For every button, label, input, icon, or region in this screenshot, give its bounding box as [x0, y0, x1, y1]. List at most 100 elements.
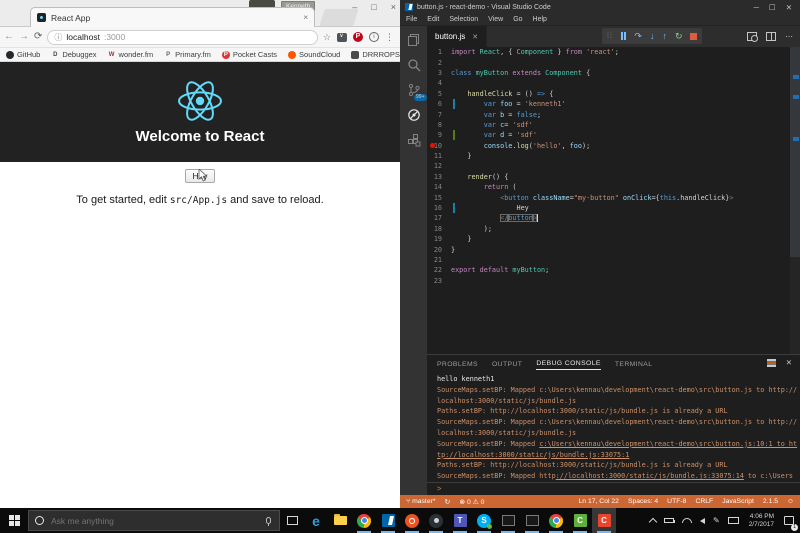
bookmark-drrrops[interactable]: DRRROPS	[351, 50, 400, 59]
open-preview-icon[interactable]	[747, 32, 757, 41]
status-utf-8[interactable]: UTF-8	[667, 498, 686, 505]
code-line-10[interactable]: 10 console.log('hello', foo);	[427, 141, 800, 151]
code-line-3[interactable]: 3class myButton extends Component {	[427, 68, 800, 78]
more-actions-icon[interactable]: ⋯	[785, 32, 794, 41]
menu-help[interactable]: Help	[533, 16, 547, 23]
explorer-icon[interactable]	[407, 33, 421, 47]
action-center-button[interactable]: 1	[778, 508, 800, 533]
taskbar-app-chrome-2[interactable]	[544, 508, 568, 533]
taskbar-app-file-explorer[interactable]	[328, 508, 352, 533]
sync-icon[interactable]: ↻	[445, 498, 451, 506]
forward-icon[interactable]: →	[19, 32, 29, 42]
step-into-button[interactable]: ↓	[650, 32, 655, 41]
bookmark-star-icon[interactable]: ☆	[323, 32, 331, 43]
code-line-13[interactable]: 13 render() {	[427, 172, 800, 182]
menu-go[interactable]: Go	[513, 16, 522, 23]
debug-console-input[interactable]: >	[427, 482, 800, 495]
code-line-14[interactable]: 14 return (	[427, 182, 800, 192]
status-javascript[interactable]: JavaScript	[722, 498, 754, 505]
tab-close-icon[interactable]: ×	[303, 13, 308, 22]
bookmark-wonder-fm[interactable]: Wwonder.fm	[108, 50, 154, 59]
microphone-icon[interactable]	[266, 517, 271, 524]
browser-tab-react-app[interactable]: React App ×	[30, 7, 315, 27]
maximize-button[interactable]: ☐	[769, 3, 776, 12]
bookmark-soundcloud[interactable]: SoundCloud	[288, 50, 340, 59]
bookmark-github[interactable]: GitHub	[6, 50, 40, 59]
menu-file[interactable]: File	[406, 16, 417, 23]
code-line-15[interactable]: 15 <button className="my-button" onClick…	[427, 192, 800, 202]
search-icon[interactable]	[407, 58, 421, 72]
menu-selection[interactable]: Selection	[449, 16, 478, 23]
code-line-1[interactable]: 1import React, { Component } from 'react…	[427, 47, 800, 57]
status-2-1-5[interactable]: 2.1.5	[763, 498, 778, 505]
code-line-12[interactable]: 12	[427, 161, 800, 171]
bookmark-debuggex[interactable]: DDebuggex	[51, 50, 96, 59]
minimize-button[interactable]: ─	[754, 3, 759, 12]
close-button[interactable]: ×	[391, 2, 396, 12]
code-line-16[interactable]: 16 Hey	[427, 203, 800, 213]
code-line-5[interactable]: 5 handleClick = () => {	[427, 89, 800, 99]
bookmark-pocket-casts[interactable]: PPocket Casts	[222, 50, 277, 59]
taskbar-app-ubuntu[interactable]	[400, 508, 424, 533]
page-info-icon[interactable]: ⓘ	[54, 32, 62, 43]
back-icon[interactable]: ←	[4, 32, 14, 42]
status-crlf[interactable]: CRLF	[695, 498, 713, 505]
maximize-button[interactable]: □	[371, 2, 376, 12]
taskbar-app-camtasia-recorder[interactable]: C	[592, 508, 616, 533]
step-out-button[interactable]: ↑	[662, 32, 667, 41]
volume-icon[interactable]	[700, 518, 705, 524]
code-line-17[interactable]: 17 </button>	[427, 213, 800, 223]
code-line-4[interactable]: 4	[427, 78, 800, 88]
code-line-11[interactable]: 11 }	[427, 151, 800, 161]
panel-tab-output[interactable]: OUTPUT	[492, 358, 522, 370]
pen-icon[interactable]: ✎	[713, 516, 720, 525]
status-ln-17-col-22[interactable]: Ln 17, Col 22	[579, 498, 619, 505]
source-control-icon[interactable]: 99+	[407, 83, 421, 97]
code-line-23[interactable]: 23	[427, 276, 800, 286]
split-editor-icon[interactable]	[766, 32, 776, 41]
pinterest-icon[interactable]: P	[353, 32, 363, 42]
reload-icon[interactable]: ⟳	[34, 32, 42, 42]
stop-button[interactable]	[690, 33, 697, 40]
debug-icon[interactable]	[407, 108, 421, 122]
vscode-titlebar[interactable]: button.js - react-demo - Visual Studio C…	[400, 0, 800, 14]
step-over-button[interactable]: ↷	[634, 32, 642, 41]
extension-info-icon[interactable]: i	[369, 32, 379, 42]
taskbar-app-edge[interactable]: e	[304, 508, 328, 533]
code-line-9[interactable]: 9 var d = 'sdf'	[427, 130, 800, 140]
code-line-7[interactable]: 7 var b = false;	[427, 109, 800, 119]
tab-close-icon[interactable]: ✕	[472, 33, 478, 41]
menu-edit[interactable]: Edit	[427, 16, 439, 23]
code-line-22[interactable]: 22export default myButton;	[427, 265, 800, 275]
code-line-2[interactable]: 2	[427, 57, 800, 67]
wifi-icon[interactable]	[682, 518, 692, 523]
code-line-20[interactable]: 20}	[427, 244, 800, 254]
taskbar-app-camtasia-studio[interactable]: C	[568, 508, 592, 533]
panel-tab-problems[interactable]: PROBLEMS	[437, 358, 478, 370]
restart-button[interactable]: ↻	[675, 32, 683, 41]
tray-chevron-icon[interactable]	[649, 518, 657, 526]
taskbar-clock[interactable]: 4:06 PM 2/7/2017	[745, 508, 778, 533]
code-line-19[interactable]: 19 }	[427, 234, 800, 244]
taskbar-app-teams[interactable]: T	[448, 508, 472, 533]
taskbar-app-vscode[interactable]	[376, 508, 400, 533]
touch-keyboard-icon[interactable]	[728, 517, 739, 524]
breakpoint-dot[interactable]	[430, 143, 435, 148]
new-tab-button[interactable]	[319, 9, 359, 26]
close-button[interactable]: ✕	[786, 3, 792, 12]
address-bar[interactable]: ⓘ localhost :3000	[47, 30, 318, 45]
close-panel-icon[interactable]: ✕	[786, 358, 792, 367]
clear-console-icon[interactable]	[767, 359, 776, 367]
taskbar-app-github-desktop[interactable]	[424, 508, 448, 533]
code-line-6[interactable]: 6 var foo = 'kenneth1'	[427, 99, 800, 109]
cortana-search-box[interactable]	[28, 510, 280, 531]
code-line-18[interactable]: 18 );	[427, 224, 800, 234]
code-editor[interactable]: 1import React, { Component } from 'react…	[427, 47, 800, 354]
menu-view[interactable]: View	[488, 16, 503, 23]
panel-tab-terminal[interactable]: TERMINAL	[615, 358, 653, 370]
git-branch-item[interactable]: ⑂ master*	[406, 498, 436, 505]
extensions-icon[interactable]	[407, 133, 421, 147]
status-spaces-4[interactable]: Spaces: 4	[628, 498, 658, 505]
start-button[interactable]	[0, 508, 28, 533]
taskbar-app-snipping-tool[interactable]	[496, 508, 520, 533]
